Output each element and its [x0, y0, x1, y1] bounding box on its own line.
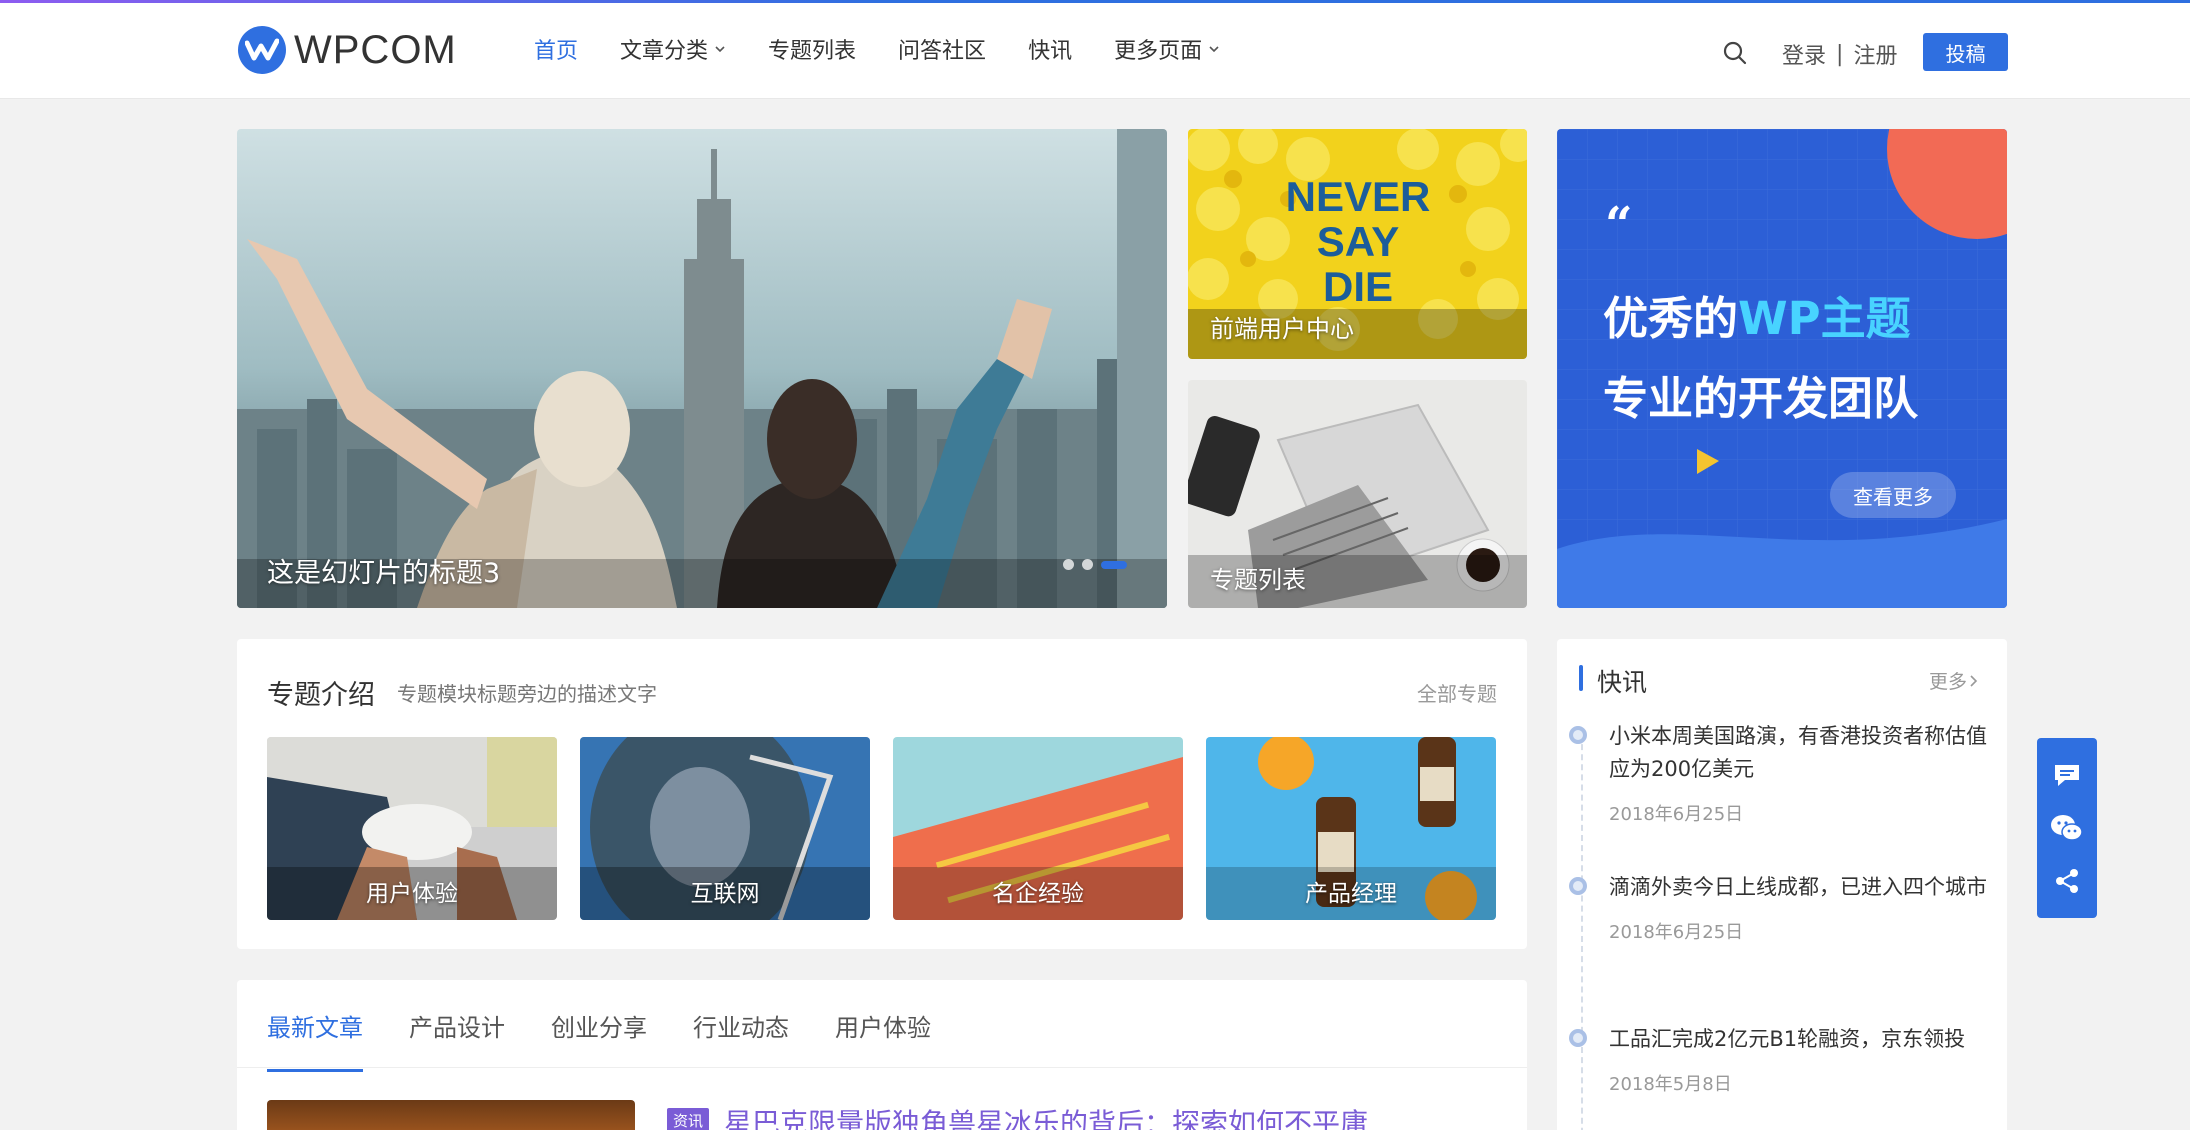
promo-headline-part1: 优秀的	[1603, 292, 1738, 345]
promo-headline: 优秀的WP主题	[1603, 292, 1911, 345]
topic-card[interactable]: 互联网	[580, 737, 870, 920]
card-image-text: DIE	[1323, 263, 1393, 310]
slider-dot[interactable]	[1063, 559, 1074, 570]
news-text[interactable]: 工品汇完成2亿元B1轮融资，京东领投	[1609, 1023, 1989, 1056]
article-tabs: 最新文章 产品设计 创业分享 行业动态 用户体验	[267, 1008, 977, 1072]
topic-label: 互联网	[690, 881, 760, 907]
promo-banner-image: “ 优秀的WP主题 专业的开发团队	[1557, 129, 2007, 608]
nav-label: 快讯	[1028, 39, 1073, 64]
news-item[interactable]: 滴滴外卖今日上线成都，已进入四个城市 2018年6月25日	[1569, 871, 1989, 944]
tab-latest[interactable]: 最新文章	[267, 1008, 363, 1072]
topic-card[interactable]: 用户体验	[267, 737, 557, 920]
promo-headline-part2: WP主题	[1738, 292, 1911, 345]
tab-user-experience[interactable]: 用户体验	[835, 1008, 931, 1072]
site-header: WPCOM 首页 文章分类 专题列表 问答社区 快讯 更多页面 登录 | 注册 …	[0, 3, 2190, 99]
newsflash-widget: 快讯 更多 小米本周美国路演，有香港投资者称估值应为200亿美元 2018年6月…	[1557, 639, 2007, 1130]
auth-links: 登录 | 注册	[1782, 38, 1897, 70]
slider-dot-active[interactable]	[1101, 560, 1127, 569]
nav-label: 更多页面	[1114, 39, 1203, 64]
nav-item-qa[interactable]: 问答社区	[898, 33, 986, 65]
register-link[interactable]: 注册	[1853, 38, 1897, 70]
article-category-badge[interactable]: 资讯	[667, 1108, 710, 1130]
share-icon[interactable]	[2050, 864, 2084, 898]
all-topics-link[interactable]: 全部专题	[1417, 678, 1497, 707]
timeline-node	[1569, 1029, 1587, 1047]
feature-card-user-center[interactable]: NEVER SAY DIE 前端用户中心	[1188, 129, 1527, 359]
login-link[interactable]: 登录	[1782, 38, 1826, 70]
newsflash-more-link[interactable]: 更多	[1929, 667, 1981, 694]
post-button[interactable]: 投稿	[1923, 33, 2008, 71]
card-label: 前端用户中心	[1210, 315, 1354, 343]
more-label: 更多	[1928, 671, 1967, 693]
slider-image	[237, 129, 1167, 608]
topic-label: 用户体验	[366, 881, 458, 907]
widget-title-bar	[1579, 665, 1583, 691]
slider-dot[interactable]	[1082, 559, 1093, 570]
nav-item-newsflash[interactable]: 快讯	[1028, 33, 1072, 65]
tab-product-design[interactable]: 产品设计	[409, 1008, 505, 1072]
quote-mark: “	[1605, 197, 1633, 253]
wechat-icon[interactable]	[2050, 811, 2084, 845]
news-date: 2018年6月25日	[1609, 922, 1744, 943]
nav-label: 文章分类	[620, 39, 709, 64]
nav-item-topics[interactable]: 专题列表	[768, 33, 856, 65]
site-logo[interactable]: WPCOM	[238, 26, 457, 74]
search-icon[interactable]	[1722, 40, 1748, 66]
hero-slider[interactable]: 这是幻灯片的标题3	[237, 129, 1167, 608]
nav-item-home[interactable]: 首页	[534, 33, 578, 65]
news-item[interactable]: 工品汇完成2亿元B1轮融资，京东领投 2018年5月8日	[1569, 1023, 1989, 1096]
tabs-divider	[237, 1067, 1527, 1068]
widget-title: 快讯	[1597, 668, 1648, 697]
card-label: 专题列表	[1210, 566, 1306, 594]
article-thumbnail[interactable]	[267, 1100, 635, 1130]
floating-toolbar	[2037, 738, 2097, 918]
timeline-node	[1569, 726, 1587, 744]
article-title[interactable]: 星巴克限量版独角兽星冰乐的背后：探索如何不平庸	[724, 1102, 1368, 1130]
news-item[interactable]: 小米本周美国路演，有香港投资者称估值应为200亿美元 2018年6月25日	[1569, 720, 1989, 826]
timeline-node	[1569, 877, 1587, 895]
section-title: 专题介绍	[267, 680, 375, 711]
articles-section: 最新文章 产品设计 创业分享 行业动态 用户体验 资讯 星巴克限量版独角兽星冰乐…	[237, 980, 1527, 1130]
chevron-down-icon	[1209, 46, 1219, 53]
chevron-down-icon	[715, 46, 725, 53]
chevron-right-icon	[1970, 674, 1978, 687]
promo-banner[interactable]: “ 优秀的WP主题 专业的开发团队 查看更多	[1557, 129, 2007, 608]
tab-startup[interactable]: 创业分享	[551, 1008, 647, 1072]
feature-card-topics[interactable]: 专题列表	[1188, 380, 1527, 608]
chat-icon[interactable]	[2050, 758, 2084, 792]
nav-label: 首页	[534, 39, 579, 64]
nav-item-more[interactable]: 更多页面	[1114, 33, 1220, 65]
topic-label: 名企经验	[992, 881, 1084, 907]
promo-subline: 专业的开发团队	[1603, 372, 1919, 425]
main-nav: 首页 文章分类 专题列表 问答社区 快讯 更多页面	[534, 33, 1262, 65]
section-description: 专题模块标题旁边的描述文字	[397, 682, 657, 706]
topic-label: 产品经理	[1305, 881, 1397, 907]
auth-separator: |	[1836, 41, 1844, 67]
logo-text: WPCOM	[294, 27, 457, 72]
tab-industry[interactable]: 行业动态	[693, 1008, 789, 1072]
news-date: 2018年6月25日	[1609, 804, 1744, 825]
logo-icon	[238, 26, 286, 74]
topic-card[interactable]: 产品经理	[1206, 737, 1496, 920]
slide-title[interactable]: 这是幻灯片的标题3	[267, 551, 500, 590]
news-text[interactable]: 滴滴外卖今日上线成都，已进入四个城市	[1609, 871, 1989, 904]
card-image-text: SAY	[1317, 218, 1400, 265]
news-text[interactable]: 小米本周美国路演，有香港投资者称估值应为200亿美元	[1609, 720, 1989, 786]
view-more-button[interactable]: 查看更多	[1830, 472, 1956, 518]
news-date: 2018年5月8日	[1609, 1074, 1732, 1095]
nav-label: 专题列表	[768, 39, 857, 64]
topic-card[interactable]: 名企经验	[893, 737, 1183, 920]
card-image-text: NEVER	[1286, 173, 1431, 220]
timeline-line	[1581, 734, 1583, 1130]
nav-label: 问答社区	[898, 39, 987, 64]
slider-pagination	[1063, 559, 1135, 570]
nav-item-categories[interactable]: 文章分类	[620, 33, 726, 65]
topics-section: 专题介绍 专题模块标题旁边的描述文字 全部专题 用户体验 互联网 名企经验 产品…	[237, 639, 1527, 949]
